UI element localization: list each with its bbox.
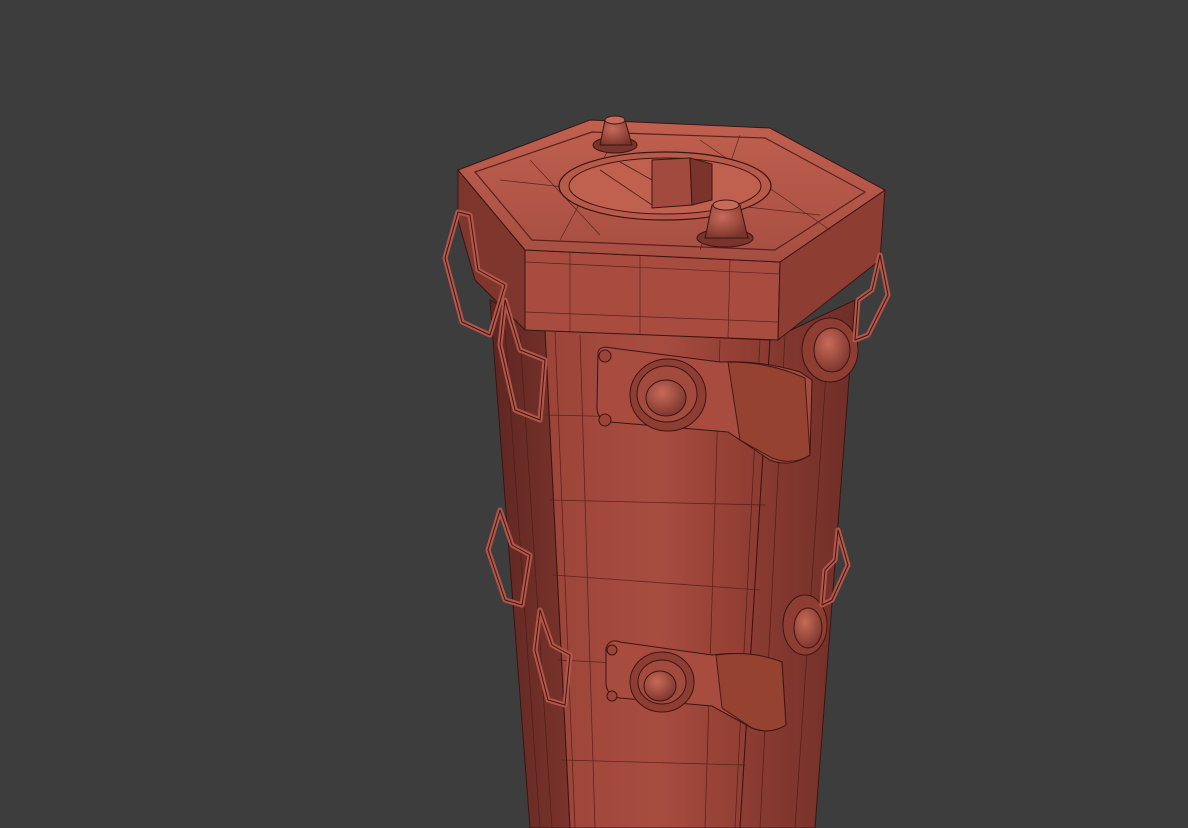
cap-block xyxy=(457,119,886,342)
3d-viewport[interactable] xyxy=(0,0,1188,828)
model-render[interactable] xyxy=(0,0,1188,828)
cap-divider xyxy=(651,157,693,209)
bolt-icon xyxy=(629,358,707,432)
bolt-icon xyxy=(801,317,859,383)
bolt-icon xyxy=(629,651,695,713)
